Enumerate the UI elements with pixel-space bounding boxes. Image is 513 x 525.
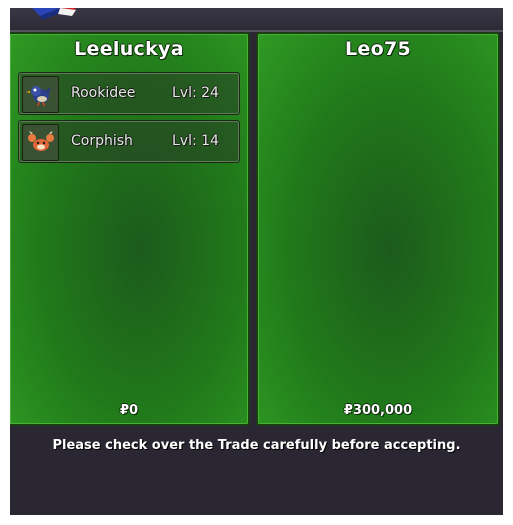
rookidee-icon (22, 76, 59, 113)
trade-slot-rookidee[interactable]: Rookidee Lvl: 24 (18, 72, 240, 115)
pokemon-level: Lvl: 24 (172, 85, 219, 101)
right-money-offer: ₽300,000 (343, 403, 413, 418)
left-player-name: Leeluckya (74, 38, 184, 60)
trade-window: Leeluckya Rookidee Lvl: 24 Corphish Lvl:… (10, 8, 503, 515)
pokemon-level: Lvl: 14 (172, 133, 219, 149)
right-player-name: Leo75 (345, 38, 411, 60)
pokemon-name: Rookidee (71, 85, 136, 101)
trade-warning-message: Please check over the Trade carefully be… (52, 438, 461, 453)
trainer-hat-icon (32, 8, 76, 20)
left-money-offer: ₽0 (119, 403, 139, 418)
trade-slot-corphish[interactable]: Corphish Lvl: 14 (18, 120, 240, 163)
corphish-icon (22, 124, 59, 161)
pokemon-name: Corphish (71, 133, 133, 149)
right-trade-panel: Leo75 ₽300,000 (256, 32, 500, 426)
left-trade-panel: Leeluckya Rookidee Lvl: 24 Corphish Lvl:… (10, 32, 250, 426)
window-top-bar (10, 8, 503, 32)
